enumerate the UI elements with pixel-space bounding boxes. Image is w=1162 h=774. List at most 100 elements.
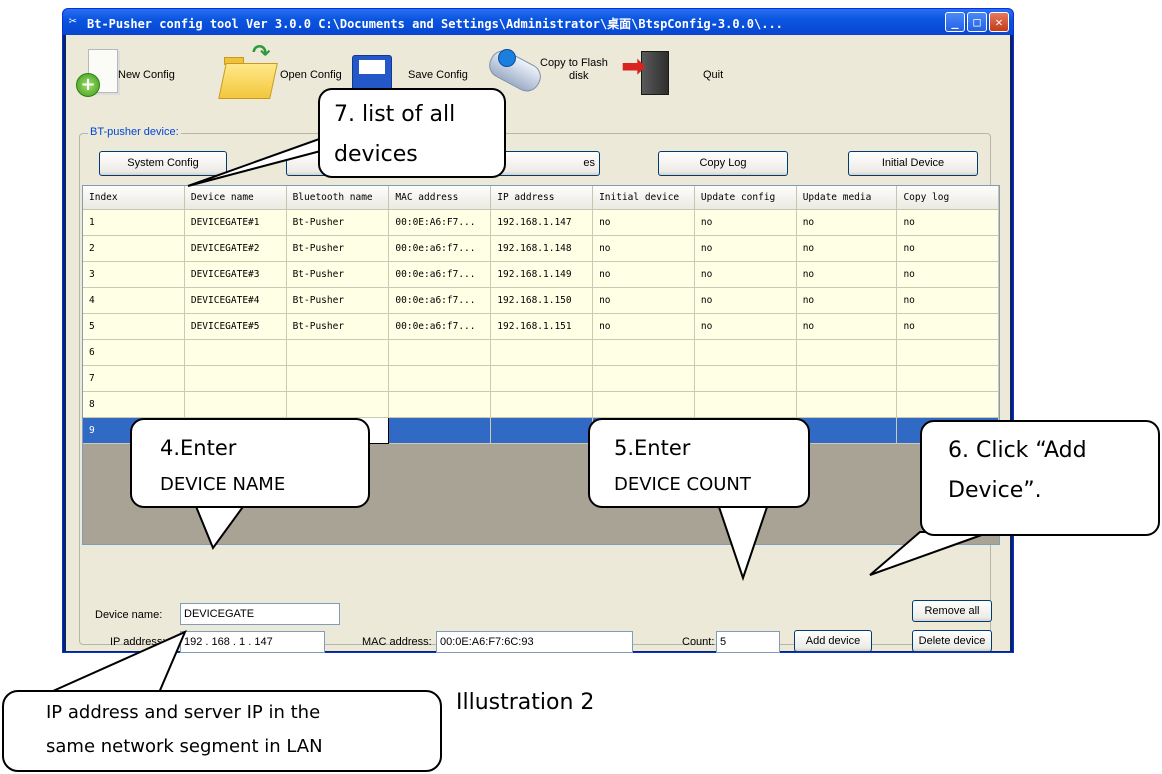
table-cell[interactable] xyxy=(694,365,797,392)
table-cell[interactable] xyxy=(184,391,287,418)
table-cell[interactable]: 3 xyxy=(83,261,185,288)
table-cell[interactable] xyxy=(896,339,999,366)
table-cell[interactable]: 4 xyxy=(83,287,185,314)
table-cell[interactable] xyxy=(286,339,390,366)
table-cell[interactable]: no xyxy=(694,235,797,262)
table-cell[interactable]: 192.168.1.150 xyxy=(490,287,594,314)
table-cell[interactable]: 192.168.1.148 xyxy=(490,235,594,262)
table-row[interactable]: 7 xyxy=(83,365,999,392)
table-cell[interactable]: DEVICEGATE#4 xyxy=(184,287,287,314)
table-cell[interactable] xyxy=(896,391,999,418)
table-cell[interactable] xyxy=(388,339,492,366)
table-row[interactable]: 1 DEVICEGATE#1 Bt-Pusher 00:0E:A6:F7... 192.… xyxy=(83,209,999,236)
delete-device-button[interactable]: Delete device xyxy=(912,630,992,652)
table-row[interactable]: 6 xyxy=(83,339,999,366)
table-cell[interactable]: 7 xyxy=(83,365,185,392)
table-cell[interactable] xyxy=(286,365,390,392)
table-row[interactable]: 8 xyxy=(83,391,999,418)
table-cell[interactable]: 192.168.1.151 xyxy=(490,313,594,340)
column-header[interactable]: Device name xyxy=(184,186,287,210)
table-cell[interactable] xyxy=(184,339,287,366)
table-cell[interactable] xyxy=(592,391,695,418)
table-row[interactable]: 5 DEVICEGATE#5 Bt-Pusher 00:0e:a6:f7... 192.… xyxy=(83,313,999,340)
add-device-button[interactable]: Add device xyxy=(794,630,872,652)
table-cell[interactable]: no xyxy=(592,313,695,340)
table-cell[interactable] xyxy=(796,365,898,392)
quit-tool[interactable]: ➡ Quit xyxy=(621,41,731,97)
table-cell[interactable] xyxy=(490,339,594,366)
table-cell[interactable]: no xyxy=(896,209,999,236)
column-header[interactable]: MAC address xyxy=(388,186,492,210)
table-cell[interactable] xyxy=(388,417,492,444)
table-cell[interactable]: no xyxy=(592,287,695,314)
table-cell[interactable]: no xyxy=(796,235,898,262)
table-cell[interactable]: 2 xyxy=(83,235,185,262)
table-cell[interactable] xyxy=(796,339,898,366)
table-cell[interactable]: no xyxy=(592,209,695,236)
table-cell[interactable]: 192.168.1.149 xyxy=(490,261,594,288)
new-config-tool[interactable]: + New Config xyxy=(74,41,194,97)
table-cell[interactable]: no xyxy=(896,235,999,262)
table-cell[interactable]: 00:0e:a6:f7... xyxy=(388,313,492,340)
table-cell[interactable]: no xyxy=(796,313,898,340)
update-media-button[interactable]: es xyxy=(496,151,600,176)
table-cell[interactable]: Bt-Pusher xyxy=(286,313,390,340)
table-cell[interactable] xyxy=(286,391,390,418)
title-bar[interactable]: ✂ Bt-Pusher config tool Ver 3.0.0 C:\Doc… xyxy=(63,9,1013,35)
table-cell[interactable] xyxy=(490,365,594,392)
table-cell[interactable]: no xyxy=(896,313,999,340)
table-cell[interactable]: no xyxy=(694,209,797,236)
table-cell[interactable]: DEVICEGATE#3 xyxy=(184,261,287,288)
table-cell[interactable] xyxy=(490,417,594,444)
copy-log-button[interactable]: Copy Log xyxy=(658,151,788,176)
table-cell[interactable]: 00:0e:a6:f7... xyxy=(388,261,492,288)
table-cell[interactable]: no xyxy=(694,313,797,340)
table-cell[interactable]: Bt-Pusher xyxy=(286,209,390,236)
table-cell[interactable] xyxy=(896,365,999,392)
maximize-button[interactable]: □ xyxy=(967,12,987,32)
table-cell[interactable]: no xyxy=(694,287,797,314)
table-cell[interactable]: 00:0e:a6:f7... xyxy=(388,287,492,314)
mac-address-field[interactable]: 00:0E:A6:F7:6C:93 xyxy=(436,631,633,653)
table-cell[interactable] xyxy=(796,391,898,418)
table-cell[interactable] xyxy=(490,391,594,418)
table-cell[interactable]: 192.168.1.147 xyxy=(490,209,594,236)
column-header[interactable]: Bluetooth name xyxy=(286,186,390,210)
remove-all-button[interactable]: Remove all xyxy=(912,600,992,622)
table-cell[interactable]: DEVICEGATE#5 xyxy=(184,313,287,340)
table-cell[interactable]: 00:0e:a6:f7... xyxy=(388,235,492,262)
table-cell[interactable]: Bt-Pusher xyxy=(286,261,390,288)
table-cell[interactable]: no xyxy=(896,287,999,314)
column-header[interactable]: Update media xyxy=(796,186,898,210)
column-header[interactable]: Initial device xyxy=(592,186,695,210)
column-header[interactable]: Copy log xyxy=(896,186,999,210)
table-cell[interactable] xyxy=(388,391,492,418)
table-cell[interactable]: no xyxy=(896,261,999,288)
close-button[interactable]: ✕ xyxy=(989,12,1009,32)
table-cell[interactable]: no xyxy=(796,287,898,314)
count-field[interactable]: 5 xyxy=(716,631,780,653)
ip-address-field[interactable]: 192 . 168 . 1 . 147 xyxy=(180,631,325,653)
table-cell[interactable]: Bt-Pusher xyxy=(286,235,390,262)
column-header[interactable]: Update config xyxy=(694,186,797,210)
table-cell[interactable]: DEVICEGATE#1 xyxy=(184,209,287,236)
table-row[interactable]: 4 DEVICEGATE#4 Bt-Pusher 00:0e:a6:f7... 192.… xyxy=(83,287,999,314)
table-cell[interactable]: 00:0E:A6:F7... xyxy=(388,209,492,236)
table-cell[interactable] xyxy=(592,339,695,366)
initial-device-button[interactable]: Initial Device xyxy=(848,151,978,176)
table-cell[interactable]: no xyxy=(796,261,898,288)
table-cell[interactable]: 5 xyxy=(83,313,185,340)
table-cell[interactable] xyxy=(796,417,898,444)
table-cell[interactable] xyxy=(592,365,695,392)
table-cell[interactable]: no xyxy=(592,261,695,288)
table-row[interactable]: 2 DEVICEGATE#2 Bt-Pusher 00:0e:a6:f7... 192.… xyxy=(83,235,999,262)
table-cell[interactable] xyxy=(184,365,287,392)
minimize-button[interactable]: _ xyxy=(945,12,965,32)
table-cell[interactable]: 6 xyxy=(83,339,185,366)
device-name-field[interactable]: DEVICEGATE xyxy=(180,603,340,625)
copy-to-flash-tool[interactable]: Copy to Flash disk xyxy=(484,41,616,97)
table-cell[interactable]: no xyxy=(796,209,898,236)
column-header[interactable]: Index xyxy=(83,186,185,210)
column-header[interactable]: IP address xyxy=(490,186,594,210)
table-cell[interactable]: 8 xyxy=(83,391,185,418)
